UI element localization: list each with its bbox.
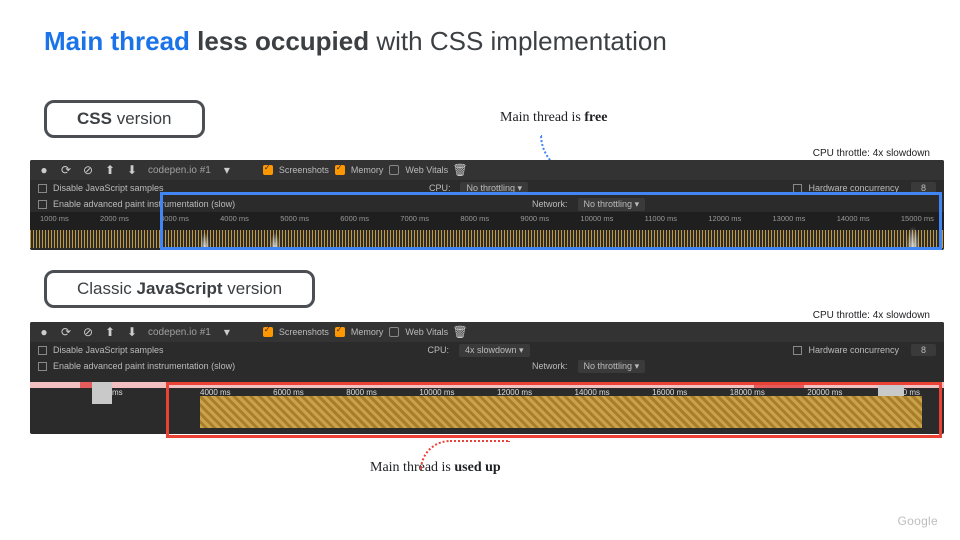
row-disable-js: Disable JavaScript samples CPU: No throt… — [30, 180, 944, 196]
row-disable-js: Disable JavaScript samples CPU: 4x slowd… — [30, 342, 944, 358]
annotation-arrow-2 — [420, 440, 510, 470]
hw-concurrency-value[interactable]: 8 — [911, 182, 936, 194]
checkbox-screenshots-label: Screenshots — [279, 165, 329, 175]
checkbox-webvitals[interactable] — [389, 165, 399, 175]
clear-icon[interactable]: ⊘ — [82, 164, 94, 176]
adv-paint-label: Enable advanced paint instrumentation (s… — [53, 199, 235, 209]
hw-concurrency-label: Hardware concurrency — [808, 183, 899, 193]
cpu-label: CPU: — [427, 345, 449, 355]
cpu-throttle-caption-1: CPU throttle: 4x slowdown — [813, 148, 930, 159]
tab-name: codepen.io #1 — [148, 165, 211, 176]
checkbox-memory[interactable] — [335, 327, 345, 337]
devtools-panel-css: ● ⟳ ⊘ ⬆ ⬇ codepen.io #1 ▾ Screenshots Me… — [30, 160, 944, 250]
hw-concurrency-label: Hardware concurrency — [808, 345, 899, 355]
checkbox-memory-label: Memory — [351, 327, 384, 337]
checkbox-memory-label: Memory — [351, 165, 384, 175]
cpu-throttle-select[interactable]: 4x slowdown ▾ — [459, 344, 530, 357]
cpu-throttle-select[interactable]: No throttling ▾ — [460, 182, 528, 195]
reload-icon[interactable]: ⟳ — [60, 326, 72, 338]
record-icon[interactable]: ● — [38, 326, 50, 338]
network-label: Network: — [532, 361, 568, 371]
devtools-panel-js: ● ⟳ ⊘ ⬆ ⬇ codepen.io #1 ▾ Screenshots Me… — [30, 322, 944, 434]
checkbox-adv-paint[interactable] — [38, 362, 47, 371]
dropdown-icon[interactable]: ▾ — [221, 164, 233, 176]
trash-icon[interactable]: 🗑 — [454, 326, 466, 338]
cpu-label: CPU: — [429, 183, 451, 193]
network-label: Network: — [532, 199, 568, 209]
checkbox-disable-js[interactable] — [38, 346, 47, 355]
dropdown-icon[interactable]: ▾ — [221, 326, 233, 338]
row-adv-paint: Enable advanced paint instrumentation (s… — [30, 358, 944, 374]
disable-js-label: Disable JavaScript samples — [53, 345, 164, 355]
record-icon[interactable]: ● — [38, 164, 50, 176]
cpu-activity-strip — [30, 230, 944, 248]
slide-title: Main thread less occupied with CSS imple… — [44, 26, 667, 57]
devtools-toolbar: ● ⟳ ⊘ ⬆ ⬇ codepen.io #1 ▾ Screenshots Me… — [30, 160, 944, 180]
row-adv-paint: Enable advanced paint instrumentation (s… — [30, 196, 944, 212]
label-css-version: CSS version — [44, 100, 205, 138]
checkbox-disable-js[interactable] — [38, 184, 47, 193]
adv-paint-label: Enable advanced paint instrumentation (s… — [53, 361, 235, 371]
cpu-throttle-caption-2: CPU throttle: 4x slowdown — [813, 310, 930, 321]
download-icon[interactable]: ⬇ — [126, 164, 138, 176]
checkbox-adv-paint[interactable] — [38, 200, 47, 209]
checkbox-memory[interactable] — [335, 165, 345, 175]
checkbox-webvitals-label: Web Vitals — [405, 327, 448, 337]
disable-js-label: Disable JavaScript samples — [53, 183, 164, 193]
hw-concurrency-value[interactable]: 8 — [911, 344, 936, 356]
devtools-toolbar: ● ⟳ ⊘ ⬆ ⬇ codepen.io #1 ▾ Screenshots Me… — [30, 322, 944, 342]
main-thread-busy-region — [200, 396, 922, 428]
tab-name: codepen.io #1 — [148, 327, 211, 338]
timeline-ticks: 1000 ms2000 ms3000 ms 4000 ms5000 ms6000… — [30, 214, 944, 223]
network-throttle-select[interactable]: No throttling ▾ — [578, 360, 646, 373]
upload-icon[interactable]: ⬆ — [104, 164, 116, 176]
cpu-spike — [200, 232, 210, 248]
cpu-spike — [906, 226, 920, 248]
download-icon[interactable]: ⬇ — [126, 326, 138, 338]
cpu-block — [92, 382, 112, 404]
network-throttle-select[interactable]: No throttling ▾ — [578, 198, 646, 211]
checkbox-screenshots-label: Screenshots — [279, 327, 329, 337]
checkbox-webvitals[interactable] — [389, 327, 399, 337]
checkbox-webvitals-label: Web Vitals — [405, 165, 448, 175]
footer-logo: Google — [898, 514, 939, 528]
clear-icon[interactable]: ⊘ — [82, 326, 94, 338]
trash-icon[interactable]: 🗑 — [454, 164, 466, 176]
label-js-version: Classic JavaScript version — [44, 270, 315, 308]
annotation-main-thread-free: Main thread is free — [500, 110, 607, 126]
cpu-spike — [270, 232, 280, 248]
timeline-overview-css[interactable]: 1000 ms2000 ms3000 ms 4000 ms5000 ms6000… — [30, 212, 944, 248]
checkbox-hw-concurrency[interactable] — [793, 346, 802, 355]
upload-icon[interactable]: ⬆ — [104, 326, 116, 338]
checkbox-hw-concurrency[interactable] — [793, 184, 802, 193]
checkbox-screenshots[interactable] — [263, 327, 273, 337]
reload-icon[interactable]: ⟳ — [60, 164, 72, 176]
checkbox-screenshots[interactable] — [263, 165, 273, 175]
